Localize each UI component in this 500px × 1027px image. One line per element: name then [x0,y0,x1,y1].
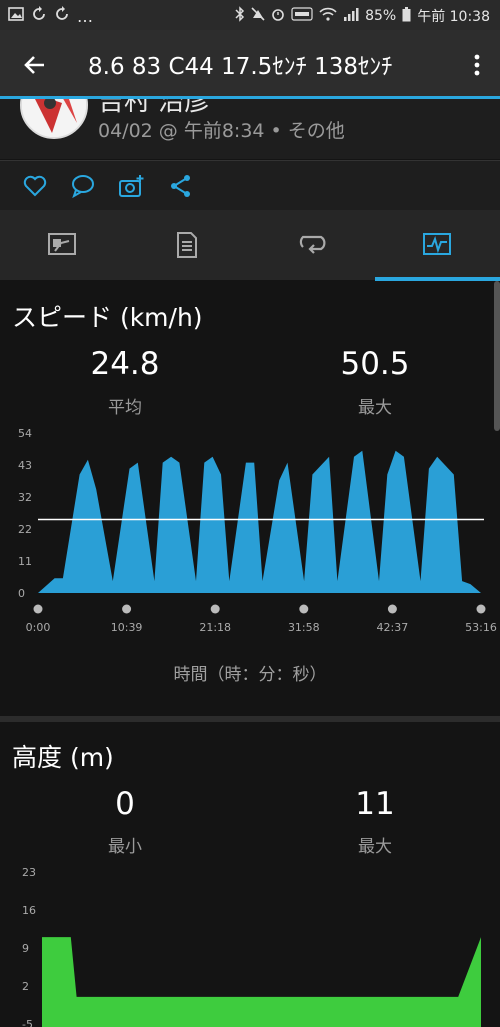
tab-charts[interactable] [375,210,500,280]
speed-x-tick: 0:00 [26,621,51,634]
details-icon [177,232,197,258]
app-toolbar: 8.6 83 C44 17.5ｾﾝﾁ 138ｾﾝﾁ [0,30,500,98]
laps-icon [299,235,326,254]
elevation-chart: -5 2 9 16 23 [22,866,481,1027]
summary-icon [48,233,76,255]
speed-avg-label: 平均 [108,398,142,418]
avatar[interactable] [20,99,88,139]
tab-details[interactable] [125,210,250,280]
activity-tabs [0,210,500,280]
activity-title: 8.6 83 C44 17.5ｾﾝﾁ 138ｾﾝﾁ [88,54,393,80]
elevation-y-tick: 16 [22,904,36,917]
back-button[interactable] [20,50,50,80]
speed-y-tick: 43 [18,459,32,472]
volte-icon [291,7,313,25]
speed-chart: 0 11 22 32 43 54 0:00 10:39 21:18 31:58 42:37 53:16 [18,427,497,634]
elevation-y-tick: 9 [22,942,29,955]
mute-icon [251,6,265,26]
speed-avg-value: 24.8 [90,346,160,382]
speed-x-tick: 53:16 [465,621,497,634]
camera-plus-icon [119,175,144,197]
share-button[interactable] [168,173,194,199]
image-icon [8,7,24,25]
elevation-title: 高度 (m) [12,743,114,772]
speed-x-tick-dot [210,604,220,614]
speed-x-tick-dot [33,604,43,614]
clock: 午前 10:38 [417,9,490,25]
arrow-left-icon [24,56,44,74]
elevation-max-label: 最大 [358,837,392,857]
status-bar: … 85% 午前 10:38 [0,0,500,30]
alarm-icon [271,6,285,26]
more-icon: … [77,6,94,26]
heart-icon [23,175,47,197]
elevation-series-area [42,937,481,1027]
more-vert-icon [474,54,480,76]
elevation-min-value: 0 [115,786,135,822]
bluetooth-icon [235,6,245,26]
speed-x-tick-dot [122,604,132,614]
battery-icon [402,6,411,26]
sync-icon [31,6,47,26]
activity-header: 吉村 治彦 04/02 @ 午前8:34 • その他 [0,99,500,159]
add-photo-button[interactable] [118,173,144,199]
speed-y-tick: 54 [18,427,32,440]
battery-percent: 85% [365,8,397,24]
charts-icon [423,233,451,255]
action-bar [0,160,500,211]
elevation-max-value: 11 [355,786,395,822]
sync-icon [54,6,70,26]
speed-max-label: 最大 [358,398,392,418]
elevation-y-tick: 2 [22,980,29,993]
signal-icon [343,7,359,25]
speed-max-value: 50.5 [340,346,410,382]
speed-y-tick: 22 [18,523,32,536]
speed-x-tick: 42:37 [377,621,409,634]
speed-y-tick: 0 [18,587,25,600]
tab-summary[interactable] [0,210,125,280]
elevation-y-tick: 23 [22,866,36,879]
like-button[interactable] [22,173,48,199]
speed-x-tick: 10:39 [111,621,143,634]
speed-x-tick: 21:18 [199,621,231,634]
speed-y-tick: 32 [18,491,32,504]
elevation-min-label: 最小 [108,837,142,857]
elevation-y-tick: -5 [22,1018,33,1027]
speed-x-tick-dot [387,604,397,614]
comment-button[interactable] [70,173,96,199]
activity-meta: 04/02 @ 午前8:34 • その他 [98,120,345,142]
speed-series-area [38,450,481,593]
overflow-menu-button[interactable] [472,50,482,80]
speed-x-tick: 31:58 [288,621,320,634]
time-axis-title: 時間（時：分：秒） [173,665,327,685]
active-tab-indicator [375,277,500,281]
scrollbar[interactable] [494,281,500,431]
speed-title: スピード (km/h) [12,303,203,332]
tab-laps[interactable] [250,210,375,280]
share-icon [171,175,190,197]
comment-icon [72,175,94,199]
section-divider [0,716,500,722]
speed-x-tick-dot [476,604,486,614]
wifi-icon [319,7,337,25]
speed-y-tick: 11 [18,555,32,568]
speed-x-tick-dot [299,604,309,614]
